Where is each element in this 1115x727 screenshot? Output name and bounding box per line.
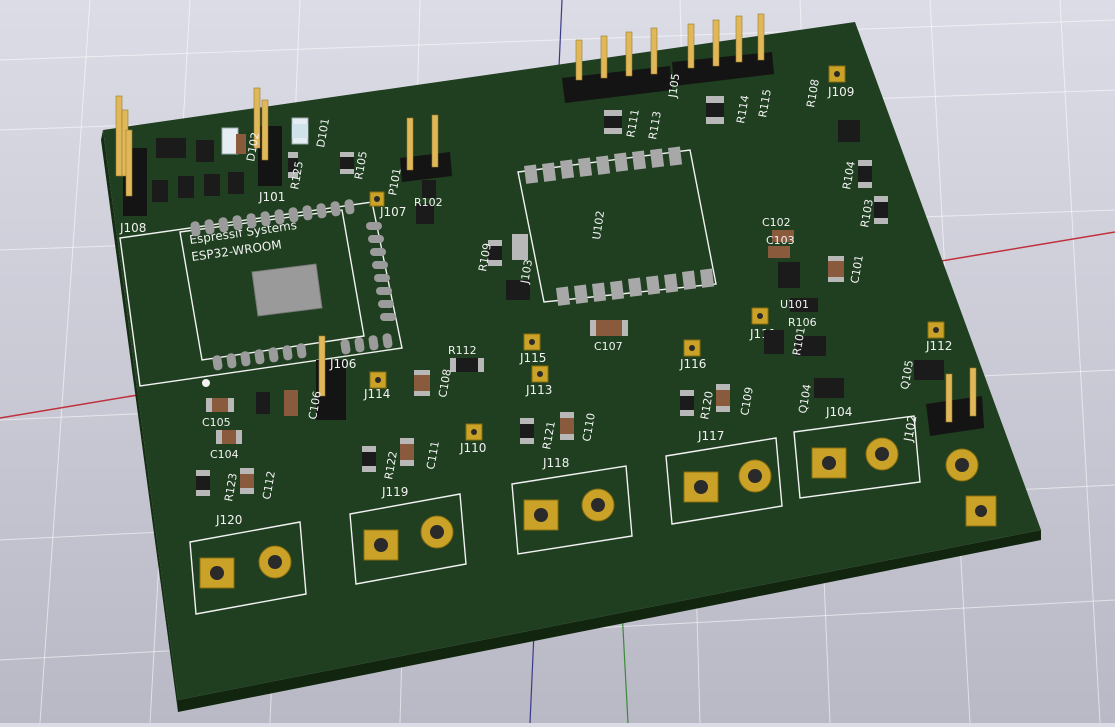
svg-text:R106: R106 <box>788 316 817 329</box>
svg-text:J110: J110 <box>459 441 486 455</box>
j120-label: J120 <box>215 513 242 527</box>
svg-text:J107: J107 <box>379 205 406 219</box>
pcb-board <box>101 22 1041 712</box>
j117-label: J117 <box>697 429 724 443</box>
svg-text:J113: J113 <box>525 383 552 397</box>
pcb-3d-scene[interactable]: Espressif Systems ESP32-WROOM U102 J105 … <box>0 0 1115 724</box>
axis-green <box>621 609 629 724</box>
svg-text:R112: R112 <box>448 344 477 357</box>
svg-text:J112: J112 <box>925 339 952 353</box>
svg-text:J116: J116 <box>679 357 706 371</box>
svg-text:C107: C107 <box>594 340 623 353</box>
svg-text:J114: J114 <box>363 387 390 401</box>
q-top-right <box>838 120 860 142</box>
3d-viewer-canvas[interactable]: Espressif Systems ESP32-WROOM U102 J105 … <box>0 0 1115 724</box>
svg-text:U101: U101 <box>780 298 809 311</box>
j101-label: J101 <box>258 190 285 204</box>
svg-text:C103: C103 <box>766 234 795 247</box>
j119-label: J119 <box>381 485 408 499</box>
j108-label: J108 <box>119 221 146 235</box>
svg-text:J115: J115 <box>519 351 546 365</box>
svg-text:R102: R102 <box>414 196 443 209</box>
svg-text:C104: C104 <box>210 448 239 461</box>
j106-label: J106 <box>329 357 356 371</box>
svg-text:J109: J109 <box>827 85 854 99</box>
module-shield <box>251 263 323 317</box>
svg-text:C105: C105 <box>202 416 231 429</box>
svg-text:C102: C102 <box>762 216 791 229</box>
j118-label: J118 <box>542 456 569 470</box>
j104-label: J104 <box>825 405 852 419</box>
